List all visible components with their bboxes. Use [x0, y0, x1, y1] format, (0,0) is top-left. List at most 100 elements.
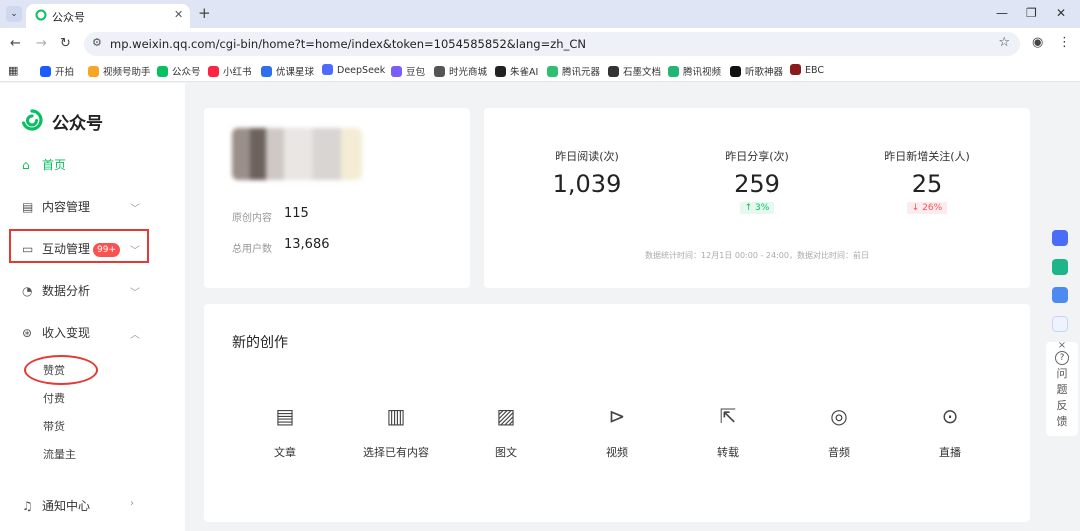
browser-tab[interactable]: 公众号 ✕: [26, 4, 190, 28]
bookmark-tencent-video[interactable]: 腾讯视频: [668, 64, 721, 78]
bell-icon: ♫: [22, 499, 33, 513]
article-icon: ▤: [275, 404, 295, 428]
sidebar-subitem-commerce[interactable]: 带货: [43, 418, 65, 434]
feedback-char: 题: [1056, 383, 1068, 396]
reload-icon[interactable]: ↻: [60, 36, 71, 51]
bookmark-gongzhonghao[interactable]: 公众号: [157, 64, 201, 78]
site-info-icon[interactable]: ⚙: [92, 36, 102, 49]
stat-label: 昨日阅读(次): [555, 150, 619, 163]
sidebar-item-monetization[interactable]: ⊛ 收入变现: [22, 324, 90, 341]
sidebar-subitem-traffic[interactable]: 流量主: [43, 446, 76, 462]
bookmark-icon: [157, 66, 168, 77]
chevron-right-icon[interactable]: ›: [130, 498, 134, 509]
feedback-char: 馈: [1056, 415, 1068, 428]
bookmark-icon: [391, 66, 402, 77]
sidebar-item-notifications[interactable]: ♫ 通知中心: [22, 497, 90, 514]
stat-label: 昨日新增关注(人): [884, 150, 970, 163]
feedback-widget[interactable]: × ? 问 题 反 馈: [1046, 340, 1078, 436]
chevron-down-icon[interactable]: ﹀: [130, 200, 140, 215]
chart-icon: ◔: [22, 284, 33, 298]
browser-tab-bar: ⌄ 公众号 ✕ + — ❐ ✕: [0, 0, 1080, 28]
create-audio-button[interactable]: ◎ 音频: [789, 404, 889, 460]
bookmark-icon: [40, 66, 51, 77]
url-field[interactable]: ⚙ mp.weixin.qq.com/cgi-bin/home?t=home/i…: [84, 32, 1020, 56]
bookmark-shiguang[interactable]: 时光商城: [434, 64, 487, 78]
stat-value: 1,039: [552, 170, 622, 198]
create-live-button[interactable]: ⊙ 直播: [900, 404, 1000, 460]
tab-search-icon[interactable]: ⌄: [6, 6, 22, 22]
audio-icon: ◎: [830, 404, 848, 428]
bookmark-star-icon[interactable]: ☆: [998, 35, 1010, 50]
list-tool-icon[interactable]: [1052, 316, 1068, 332]
creation-card: 新的创作 ▤ 文章 ▥ 选择已有内容 ▨ 图文 ⊳ 视频 ⇱ 转载 ◎ 音频 ⊙…: [204, 304, 1030, 522]
bookmarks-bar: ▦ 开拍 视频号助手 公众号 小红书 优课星球 DeepSeek 豆包 时光商城…: [0, 60, 1080, 82]
sidebar-item-analytics[interactable]: ◔ 数据分析: [22, 282, 90, 299]
sidebar-item-content[interactable]: ▤ 内容管理: [22, 198, 90, 215]
sidebar-item-home[interactable]: ⌂ 首页: [22, 156, 66, 173]
document-clock-icon: ▥: [386, 404, 406, 428]
bookmark-deepseek[interactable]: DeepSeek: [322, 64, 385, 76]
url-text: mp.weixin.qq.com/cgi-bin/home?t=home/ind…: [110, 37, 586, 51]
bookmark-icon: [322, 64, 333, 75]
bookmark-youke[interactable]: 优课星球: [261, 64, 314, 78]
stat-new-followers: 昨日新增关注(人) 25 ↓ 26%: [867, 148, 987, 214]
annotation-highlight-oval: [24, 355, 98, 385]
stat-change-down: ↓ 26%: [906, 202, 948, 214]
bookmark-xiaohongshu[interactable]: 小红书: [208, 64, 252, 78]
live-icon: ⊙: [941, 404, 959, 428]
bookmark-ebc[interactable]: EBC: [790, 64, 824, 76]
bookmark-zhuque[interactable]: 朱雀AI: [495, 64, 538, 78]
address-bar-row: ← → ↻ ⚙ mp.weixin.qq.com/cgi-bin/home?t=…: [0, 28, 1080, 60]
chevron-up-icon[interactable]: ︿: [130, 326, 140, 341]
close-tab-icon[interactable]: ✕: [174, 8, 183, 21]
bookmark-kaipai[interactable]: 开拍: [40, 64, 74, 78]
bookmark-doubao[interactable]: 豆包: [391, 64, 425, 78]
bookmark-tingge[interactable]: 听歌神器: [730, 64, 783, 78]
play-icon: ⊳: [608, 404, 626, 428]
create-image-post-button[interactable]: ▨ 图文: [456, 404, 556, 460]
apps-grid-icon[interactable]: ▦: [8, 64, 18, 77]
new-tab-button[interactable]: +: [198, 4, 211, 22]
bookmark-icon: [668, 66, 679, 77]
annotation-highlight-box: [9, 229, 149, 263]
tab-title: 公众号: [52, 11, 85, 24]
stat-change-up: ↑ 3%: [739, 202, 775, 214]
bookmark-video-assistant[interactable]: 视频号助手: [88, 64, 151, 78]
forward-icon[interactable]: →: [36, 36, 47, 51]
profile-icon[interactable]: ◉: [1032, 35, 1043, 50]
minimize-icon[interactable]: —: [996, 6, 1008, 20]
question-icon: ?: [1055, 351, 1069, 365]
creation-title: 新的创作: [232, 335, 288, 351]
feedback-char: 反: [1056, 399, 1068, 412]
stat-value: 259: [734, 170, 780, 198]
create-video-button[interactable]: ⊳ 视频: [567, 404, 667, 460]
stat-value: 25: [911, 170, 943, 198]
calendar-tool-icon[interactable]: [1052, 287, 1068, 303]
image-tool-icon[interactable]: [1052, 259, 1068, 275]
stat-reads: 昨日阅读(次) 1,039: [527, 148, 647, 198]
stat-shares: 昨日分享(次) 259 ↑ 3%: [697, 148, 817, 214]
document-icon: ▤: [22, 200, 34, 214]
video-tool-icon[interactable]: [1052, 230, 1068, 246]
close-feedback-icon[interactable]: ×: [1046, 340, 1078, 351]
close-window-icon[interactable]: ✕: [1056, 6, 1066, 20]
stats-time-note: 数据统计时间：12月1日 00:00 - 24:00，数据对比时间：前日: [645, 251, 869, 260]
bookmark-yuanqi[interactable]: 腾讯元器: [547, 64, 600, 78]
account-card: 原创内容 115 总用户数 13,686: [204, 108, 470, 288]
select-existing-button[interactable]: ▥ 选择已有内容: [346, 404, 446, 460]
create-repost-button[interactable]: ⇱ 转载: [678, 404, 778, 460]
bookmark-shimo[interactable]: 石墨文档: [608, 64, 661, 78]
back-icon[interactable]: ←: [10, 36, 21, 51]
bookmark-icon: [261, 66, 272, 77]
create-article-button[interactable]: ▤ 文章: [235, 404, 335, 460]
sidebar-subitem-paid[interactable]: 付费: [43, 390, 65, 406]
bookmark-icon: [547, 66, 558, 77]
blurred-account-avatar: [232, 128, 362, 180]
original-content-label: 原创内容: [232, 213, 272, 224]
bookmark-icon: [730, 66, 741, 77]
more-menu-icon[interactable]: ⋮: [1058, 35, 1071, 50]
maximize-icon[interactable]: ❐: [1026, 6, 1037, 20]
chevron-down-icon[interactable]: ﹀: [130, 284, 140, 299]
stats-card: 昨日阅读(次) 1,039 昨日分享(次) 259 ↑ 3% 昨日新增关注(人)…: [484, 108, 1030, 288]
wechat-logo-icon: [21, 109, 43, 131]
